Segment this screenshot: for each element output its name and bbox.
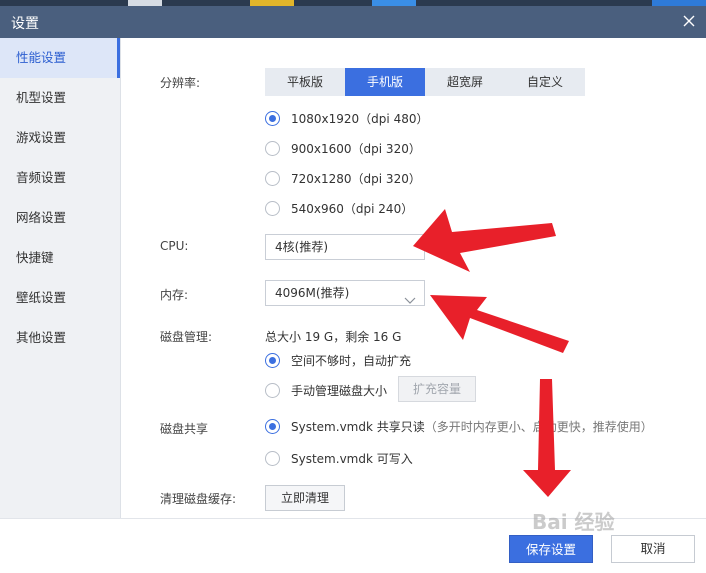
sidebar-item-device-model[interactable]: 机型设置 — [0, 78, 120, 118]
memory-select[interactable]: 4096M(推荐) — [265, 280, 425, 306]
resolution-option-540[interactable]: 540x960（dpi 240） — [265, 200, 413, 217]
tab-ultrawide[interactable]: 超宽屏 — [425, 68, 505, 96]
expand-capacity-button[interactable]: 扩充容量 — [398, 376, 476, 402]
cpu-label: CPU: — [160, 239, 189, 253]
watermark: Bai 经验 — [532, 510, 615, 534]
radio-label: 900x1600（dpi 320） — [291, 142, 421, 156]
share-hint: （多开时内存更小、启动更快，推荐使用） — [424, 420, 653, 434]
sidebar: 性能设置 机型设置 游戏设置 音频设置 网络设置 快捷键 壁纸设置 其他设置 — [0, 38, 121, 518]
radio-icon — [265, 201, 280, 216]
sidebar-item-game[interactable]: 游戏设置 — [0, 118, 120, 158]
cpu-select[interactable]: 4核(推荐) — [265, 234, 425, 260]
radio-label: 空间不够时，自动扩充 — [291, 354, 412, 368]
resolution-option-1080[interactable]: 1080x1920（dpi 480） — [265, 110, 428, 127]
chevron-down-icon — [404, 289, 416, 304]
title-bar: 设置 — [0, 6, 706, 38]
memory-value: 4096M(推荐) — [275, 286, 350, 300]
radio-selected-icon — [265, 111, 280, 126]
radio-icon — [265, 383, 280, 398]
radio-label: System.vmdk 共享只读 — [291, 420, 425, 434]
window-title: 设置 — [11, 16, 39, 32]
radio-label: 1080x1920（dpi 480） — [291, 112, 429, 126]
sidebar-item-other[interactable]: 其他设置 — [0, 318, 120, 358]
tab-custom[interactable]: 自定义 — [505, 68, 585, 96]
sidebar-item-performance[interactable]: 性能设置 — [0, 38, 120, 78]
radio-icon — [265, 451, 280, 466]
cpu-value: 4核(推荐) — [275, 240, 328, 254]
disk-label: 磁盘管理: — [160, 330, 213, 344]
share-option-writable[interactable]: System.vmdk 可写入 — [265, 450, 413, 467]
resolution-label: 分辨率: — [160, 76, 201, 90]
radio-label: 手动管理磁盘大小 — [291, 384, 388, 398]
disk-summary: 总大小 19 G，剩余 16 G — [265, 330, 402, 344]
share-label: 磁盘共享 — [160, 422, 209, 436]
clean-now-button[interactable]: 立即清理 — [265, 485, 345, 511]
close-icon[interactable] — [678, 10, 700, 32]
sidebar-item-wallpaper[interactable]: 壁纸设置 — [0, 278, 120, 318]
resolution-tabs: 平板版 手机版 超宽屏 自定义 — [265, 68, 585, 96]
disk-option-manual[interactable]: 手动管理磁盘大小 — [265, 382, 387, 399]
radio-label: 720x1280（dpi 320） — [291, 172, 421, 186]
share-option-readonly[interactable]: System.vmdk 共享只读 （多开时内存更小、启动更快，推荐使用） — [265, 418, 653, 435]
radio-selected-icon — [265, 419, 280, 434]
tab-tablet[interactable]: 平板版 — [265, 68, 345, 96]
tab-phone[interactable]: 手机版 — [345, 68, 425, 96]
memory-label: 内存: — [160, 288, 189, 302]
sidebar-item-shortcuts[interactable]: 快捷键 — [0, 238, 120, 278]
cancel-button[interactable]: 取消 — [611, 535, 695, 563]
cache-label: 清理磁盘缓存: — [160, 492, 237, 506]
radio-icon — [265, 141, 280, 156]
radio-selected-icon — [265, 353, 280, 368]
sidebar-item-network[interactable]: 网络设置 — [0, 198, 120, 238]
resolution-option-900[interactable]: 900x1600（dpi 320） — [265, 140, 421, 157]
save-button[interactable]: 保存设置 — [509, 535, 593, 563]
radio-label: 540x960（dpi 240） — [291, 202, 414, 216]
radio-icon — [265, 171, 280, 186]
disk-option-auto[interactable]: 空间不够时，自动扩充 — [265, 352, 411, 369]
resolution-option-720[interactable]: 720x1280（dpi 320） — [265, 170, 421, 187]
sidebar-item-audio[interactable]: 音频设置 — [0, 158, 120, 198]
radio-label: System.vmdk 可写入 — [291, 452, 413, 466]
